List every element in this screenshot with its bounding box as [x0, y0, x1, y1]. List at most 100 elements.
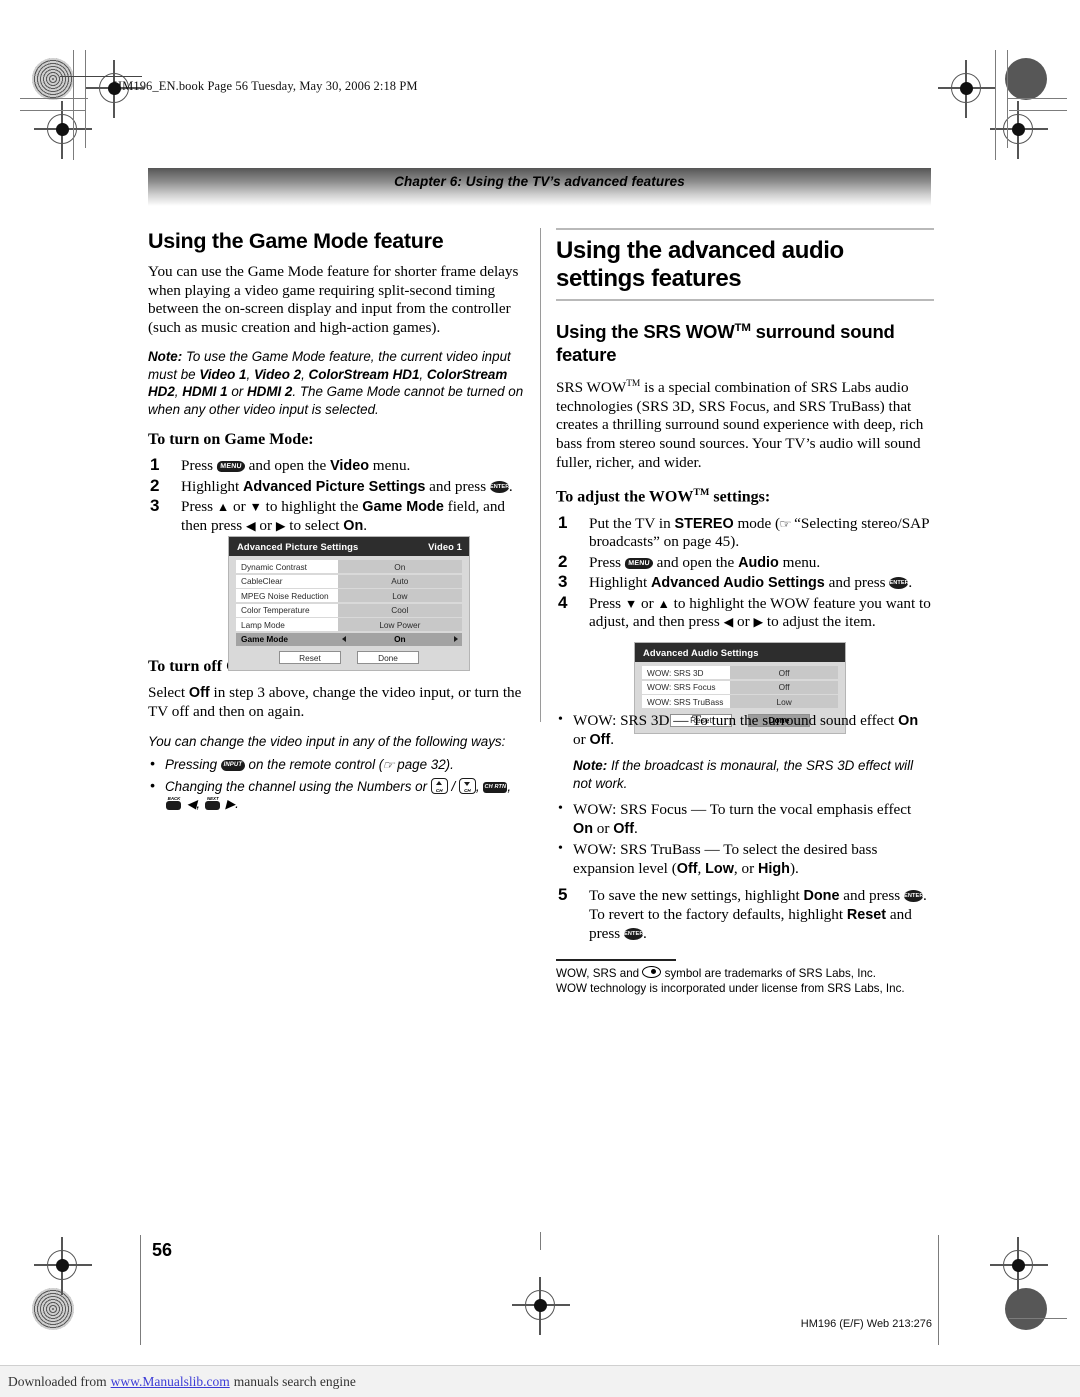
change-input-ways-list: Pressing INPUT on the remote control (☞ …	[148, 755, 524, 814]
left-column: Using the Game Mode feature You can use …	[148, 228, 524, 817]
osd-row[interactable]: WOW: SRS Focus Off	[642, 680, 838, 694]
osd-row-value: Off	[730, 680, 838, 694]
hand-pointer-icon: ☞	[382, 757, 395, 772]
chapter-header-title: Chapter 6: Using the TV’s advanced featu…	[394, 174, 685, 189]
osd-row-label: WOW: SRS Focus	[642, 680, 731, 694]
crop-line-tl-h1	[20, 98, 88, 100]
arrow-left-icon: ◀	[723, 615, 734, 630]
enter-button-icon: ENTER	[904, 890, 924, 903]
osd-done-button[interactable]: Done	[357, 651, 419, 664]
osd-arrow-left-icon[interactable]	[341, 636, 346, 642]
registration-dot	[1011, 122, 1025, 136]
srs-symbol-icon	[642, 965, 662, 978]
crop-line-top-center	[540, 1232, 542, 1250]
osd-rows-audio: WOW: SRS 3D Off WOW: SRS Focus Off WOW: …	[635, 662, 845, 708]
page-number: 56	[152, 1240, 173, 1260]
registration-dot	[533, 1298, 547, 1312]
footnote-separator-rule	[556, 959, 676, 961]
osd-row-value: On	[337, 560, 462, 573]
wow-features-list: WOW: SRS 3D — To turn the surround sound…	[556, 711, 934, 878]
change-input-ways-intro: You can change the video input in any of…	[148, 733, 506, 749]
osd-row-value: Low	[337, 589, 462, 602]
osd-row[interactable]: Lamp Mode Low Power	[236, 618, 462, 631]
step-item: 3 Highlight Advanced Audio Settings and p…	[558, 572, 913, 592]
registration-mark-left-lower	[34, 1237, 92, 1295]
osd-title-bar-picture: Advanced Picture Settings Video 1	[229, 537, 469, 556]
osd-row-value: Cool	[337, 603, 462, 617]
arrow-down-icon: ▼	[249, 500, 262, 515]
registration-mark-bottom-center	[512, 1277, 570, 1335]
halftone-circle-bottom-right	[1005, 1288, 1047, 1330]
step-item: 3 Press ▲ or ▼ to highlight the Game Mode…	[150, 496, 506, 534]
manualslib-download-bar: Downloaded from www.Manualslib.com manua…	[0, 1365, 1080, 1397]
channel-up-button-icon: CH	[430, 777, 448, 794]
crop-line-tr-h1	[1007, 98, 1067, 100]
registration-mark-right-lower	[990, 1237, 1048, 1295]
osd-row[interactable]: WOW: SRS TruBass Low	[642, 695, 838, 708]
hand-pointer-icon: ☞	[779, 516, 792, 531]
osd-row[interactable]: MPEG Noise Reduction Low	[236, 589, 462, 602]
menu-button-icon: MENU	[216, 461, 246, 472]
arrow-right-icon: ▶	[753, 615, 764, 630]
registration-dot	[959, 81, 973, 95]
game-mode-section-title: Using the Game Mode feature	[148, 229, 444, 253]
osd-row[interactable]: CableClear Auto	[236, 574, 462, 588]
arrow-up-icon: ▲	[216, 500, 230, 515]
crop-line-bl-v1	[140, 1235, 142, 1345]
step-item: 1 Press MENU and open the Video menu.	[150, 455, 411, 474]
arrow-left-icon: ◀	[245, 518, 256, 533]
step-number: 2	[558, 551, 568, 571]
osd-buttons-picture: Reset Done	[229, 647, 469, 670]
osd-row-value: Off	[730, 666, 838, 679]
halftone-circle-bottom-left	[32, 1288, 74, 1330]
osd-reset-button[interactable]: Reset	[279, 651, 341, 664]
halftone-circle-top-left	[32, 58, 74, 100]
step-number: 3	[558, 572, 568, 592]
srs-wow-intro-paragraph: SRS WOWTM is a special combination of SR…	[556, 379, 924, 471]
step-number: 2	[150, 475, 160, 495]
osd-row-label: WOW: SRS 3D	[642, 666, 731, 679]
osd-title-text: Advanced Audio Settings	[643, 647, 759, 658]
column-divider	[540, 228, 541, 722]
arrow-left-icon: ◀	[186, 797, 197, 812]
download-bar-prefix: Downloaded from	[8, 1373, 107, 1389]
osd-row[interactable]: Color Temperature Cool	[236, 603, 462, 617]
chapter-header-bar: Chapter 6: Using the TV’s advanced featu…	[148, 168, 931, 206]
step-number: 1	[558, 512, 568, 532]
osd-row-label: Color Temperature	[236, 603, 338, 617]
trademark-symbol: TM	[693, 487, 710, 499]
crop-line-tr-v1	[995, 50, 997, 160]
osd-row-game-mode-selected[interactable]: Game Mode On	[236, 632, 462, 646]
download-bar-suffix: manuals search engine	[233, 1373, 356, 1389]
heading-rule-top	[556, 228, 934, 230]
osd-arrow-right-icon[interactable]	[453, 636, 458, 642]
halftone-circle-top-right	[1005, 58, 1047, 100]
skip-back-button-icon: BACK	[165, 796, 183, 811]
page-footer-code: HM196 (E/F) Web 213:276	[800, 1318, 932, 1330]
registration-dot	[55, 122, 69, 136]
osd-row[interactable]: Dynamic Contrast On	[236, 560, 462, 573]
crop-line-br-v1	[938, 1235, 940, 1345]
step-number: 5	[558, 885, 568, 905]
enter-button-icon: ENTER	[624, 927, 644, 940]
step-item: 2 Press MENU and open the Audio menu.	[558, 551, 821, 571]
osd-title-text: Advanced Picture Settings	[237, 541, 359, 552]
step-item: 5 To save the new settings, highlight Don…	[558, 885, 927, 942]
crop-line-tr-h2	[1009, 110, 1067, 112]
osd-row-label: MPEG Noise Reduction	[236, 589, 338, 602]
note-label: Note:	[573, 758, 608, 774]
enter-button-icon: ENTER	[889, 577, 909, 590]
osd-row-label: Lamp Mode	[236, 618, 338, 631]
save-settings-step: 5 To save the new settings, highlight Don…	[556, 885, 934, 943]
advanced-picture-settings-screenshot: Advanced Picture Settings Video 1 Dynami…	[228, 536, 470, 671]
registration-dot	[107, 81, 121, 95]
osd-row[interactable]: WOW: SRS 3D Off	[642, 666, 838, 679]
turn-on-game-mode-heading: To turn on Game Mode:	[148, 431, 314, 448]
trademark-symbol: TM	[734, 322, 751, 334]
registration-dot	[55, 1258, 69, 1272]
osd-row-value: Low	[730, 695, 838, 708]
manualslib-link[interactable]: www.Manualslib.com	[111, 1374, 230, 1390]
step-item: 2 Highlight Advanced Picture Settings and…	[150, 475, 513, 495]
adjust-wow-steps: 1 Put the TV in STEREO mode (☞ “Selecting…	[556, 512, 934, 633]
step-number: 3	[150, 496, 160, 516]
